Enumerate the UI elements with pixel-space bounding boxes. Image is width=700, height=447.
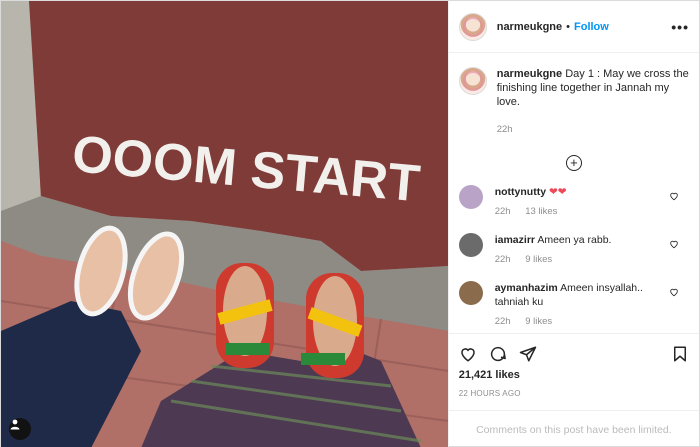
comment-likes[interactable]: 9 likes — [525, 316, 552, 327]
follow-button[interactable]: Follow — [574, 21, 609, 33]
photo-illustration: OOOM START — [1, 1, 448, 447]
commenter-username[interactable]: nottynutty — [495, 186, 546, 198]
post-sidebar: narmeukgne • Follow ••• narmeukgne Day 1… — [447, 1, 699, 447]
comment-item: nottynutty ❤❤ 22h 13 likes — [458, 185, 689, 219]
like-heart-icon[interactable] — [459, 345, 477, 363]
comment-time: 22h — [494, 254, 511, 265]
caption-username[interactable]: narmeukgne — [497, 68, 562, 80]
caption: narmeukgne Day 1 : May we cross the fini… — [458, 67, 689, 137]
like-comment-heart-icon[interactable] — [669, 287, 679, 297]
more-options-icon[interactable]: ••• — [671, 19, 689, 35]
comments-limited-notice: Comments on this post have been limited. — [448, 410, 699, 447]
header-separator: • — [566, 20, 570, 33]
comment-meta: 22h 9 likes — [495, 253, 665, 267]
like-comment-heart-icon[interactable] — [669, 239, 679, 249]
commenter-avatar[interactable] — [458, 233, 483, 257]
plus-circle-icon[interactable]: + — [565, 155, 582, 171]
share-paper-plane-icon[interactable] — [519, 345, 537, 363]
commenter-username[interactable]: aymanhazim — [495, 282, 558, 294]
post-container: OOOM START narmeukgne • Follow ••• narme… — [0, 0, 700, 447]
comment-likes[interactable]: 13 likes — [525, 206, 557, 217]
tagged-people-button[interactable] — [9, 418, 31, 440]
comment-text: Ameen ya rabb. — [537, 234, 612, 246]
comment-body: nottynutty ❤❤ 22h 13 likes — [495, 185, 665, 219]
comment-item: aymanhazim Ameen insyallah.. tahniah ku … — [458, 281, 689, 329]
post-date[interactable]: 22 HOURS AGO — [449, 389, 699, 410]
author-avatar[interactable] — [458, 12, 487, 41]
comment-meta: 22h 13 likes — [495, 205, 665, 219]
caption-body: narmeukgne Day 1 : May we cross the fini… — [497, 67, 689, 137]
author-username[interactable]: narmeukgne — [497, 21, 562, 33]
post-header: narmeukgne • Follow ••• — [448, 1, 699, 53]
likes-count[interactable]: 21,421 likes — [449, 369, 699, 381]
comment-body: iamazirr Ameen ya rabb. 22h 9 likes — [495, 233, 665, 267]
comment-bubble-icon[interactable] — [489, 345, 507, 363]
comment-item: iamazirr Ameen ya rabb. 22h 9 likes — [458, 233, 689, 267]
comment-likes[interactable]: 9 likes — [525, 254, 552, 265]
commenter-username[interactable]: iamazirr — [495, 234, 535, 246]
comment-time: 22h — [494, 206, 511, 217]
caption-time: 22h — [496, 124, 513, 135]
save-bookmark-icon[interactable] — [671, 345, 689, 363]
action-bar — [448, 333, 699, 373]
commenter-avatar[interactable] — [458, 185, 483, 209]
comment-body: aymanhazim Ameen insyallah.. tahniah ku … — [495, 281, 665, 329]
comment-time: 22h — [494, 316, 511, 327]
commenter-avatar[interactable] — [458, 281, 483, 305]
comments-section[interactable]: narmeukgne Day 1 : May we cross the fini… — [449, 53, 699, 333]
comment-emoji: ❤❤ — [548, 186, 567, 198]
comment-meta: 22h 9 likes — [495, 315, 665, 329]
load-more-comments[interactable]: + — [459, 155, 689, 171]
caption-avatar[interactable] — [458, 67, 487, 95]
like-comment-heart-icon[interactable] — [669, 191, 679, 201]
post-photo[interactable]: OOOM START — [1, 1, 448, 447]
person-tag-icon — [10, 419, 20, 430]
